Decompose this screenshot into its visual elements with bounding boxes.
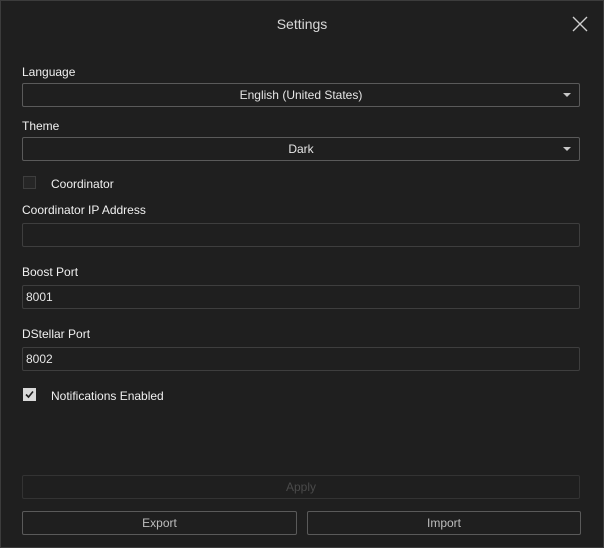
settings-window: Settings Language English (United States… (0, 0, 604, 548)
import-button[interactable]: Import (307, 511, 581, 535)
coordinator-checkbox[interactable] (23, 176, 36, 189)
notifications-checkbox[interactable] (23, 388, 36, 401)
theme-select[interactable]: Dark (22, 137, 580, 161)
close-icon (572, 16, 588, 32)
notifications-label: Notifications Enabled (51, 389, 164, 403)
coordinator-label: Coordinator (51, 177, 114, 191)
boost-port-label: Boost Port (22, 265, 79, 279)
boost-port-input[interactable] (22, 285, 580, 309)
close-button[interactable] (571, 15, 589, 33)
chevron-down-icon (563, 93, 571, 97)
theme-selected-value: Dark (288, 142, 314, 156)
export-button[interactable]: Export (22, 511, 297, 535)
language-select[interactable]: English (United States) (22, 83, 580, 107)
theme-label: Theme (22, 119, 60, 133)
language-label: Language (22, 65, 76, 79)
chevron-down-icon (563, 147, 571, 151)
dstellar-port-input[interactable] (22, 347, 580, 371)
coordinator-ip-input[interactable] (22, 223, 580, 247)
window-title: Settings (276, 16, 328, 32)
apply-button[interactable]: Apply (22, 475, 580, 499)
language-selected-value: English (United States) (239, 88, 363, 102)
dstellar-port-label: DStellar Port (22, 327, 91, 341)
checkmark-icon (25, 390, 34, 399)
coordinator-ip-label: Coordinator IP Address (22, 203, 146, 217)
